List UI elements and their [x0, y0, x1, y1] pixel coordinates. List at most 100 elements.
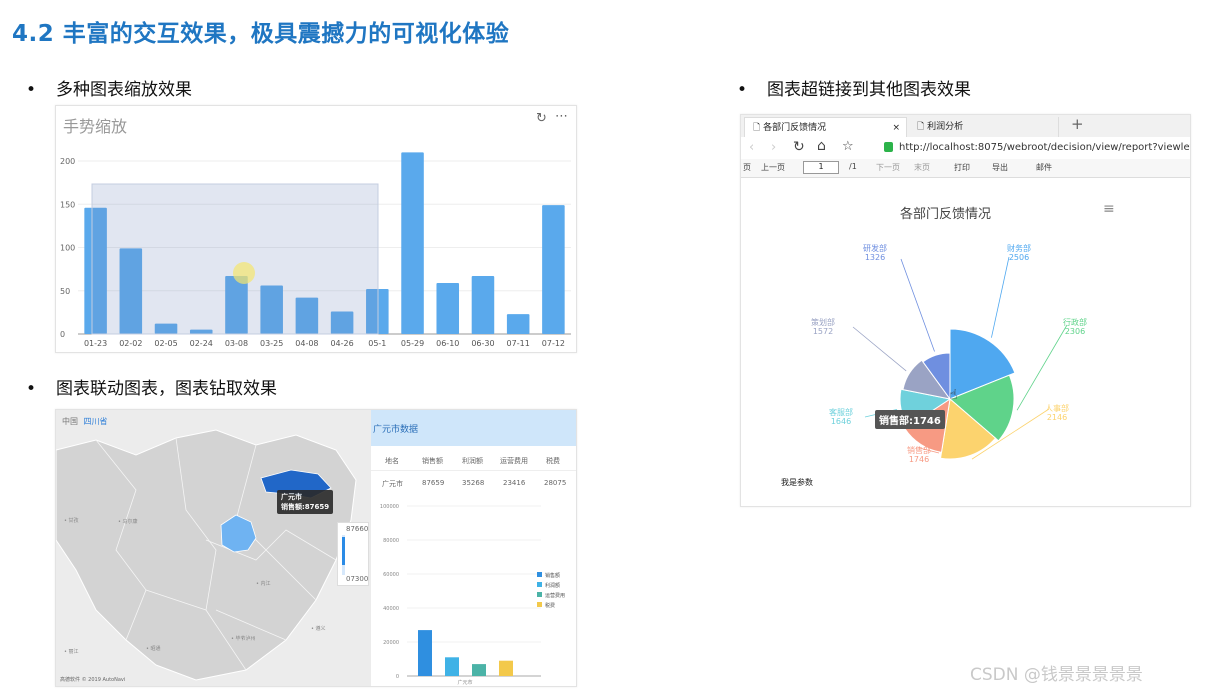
- bullet-dot: •: [26, 80, 37, 100]
- page-input[interactable]: 1: [803, 161, 839, 174]
- export-button[interactable]: 导出: [992, 162, 1008, 173]
- y-tick-label: 60000: [383, 572, 399, 578]
- x-tick-label: 02-05: [154, 339, 177, 348]
- bar[interactable]: [418, 630, 432, 676]
- zoom-bar-chart[interactable]: 0 50 100 150 200 01-23 02-02 02-05 02-24 03-08 03-…: [56, 106, 576, 352]
- y-tick-label: 100000: [380, 504, 399, 510]
- y-tick-label: 40000: [383, 606, 399, 612]
- col-header: 税费: [546, 457, 560, 465]
- bar[interactable]: [436, 282, 460, 334]
- pie-value: 2146: [1047, 413, 1067, 422]
- forward-icon[interactable]: ›: [771, 140, 776, 155]
- pie-label: 销售部: [907, 445, 931, 455]
- pie-label: 人事部: [1045, 403, 1069, 413]
- legend-label[interactable]: 运营费用: [545, 592, 565, 599]
- x-tick-label: 04-08: [295, 339, 318, 348]
- bar[interactable]: [542, 205, 565, 334]
- legend-label[interactable]: 利润额: [545, 582, 560, 589]
- pie-leader-line: [852, 326, 907, 372]
- x-tick-label: 广元市: [457, 679, 472, 686]
- prev-page-button[interactable]: 上一页: [761, 162, 785, 173]
- secure-icon: [884, 142, 893, 152]
- new-tab-icon[interactable]: +: [1071, 115, 1084, 133]
- col-header: 利润额: [462, 457, 483, 465]
- pie-tooltip: 销售部:1746: [875, 410, 945, 429]
- table-cell: 23416: [503, 479, 526, 487]
- map-linkage-panel: • 马尔康 • 甘孜 • 内江 • 泸州 • 遵义 • 毕节 • 昭通 • 丽江…: [55, 409, 577, 687]
- range-min: 07300: [346, 575, 369, 583]
- bullet-dot: •: [26, 379, 37, 399]
- x-tick-label: 07-11: [507, 339, 530, 348]
- city-bar-chart[interactable]: 0 20000 40000 60000 80000 100000 销售额利润额运营费用税费广…: [371, 494, 576, 686]
- table-cell: 广元市: [382, 480, 403, 488]
- pie-leader-line: [900, 258, 935, 352]
- legend-swatch[interactable]: [537, 592, 542, 597]
- bar[interactable]: [506, 314, 530, 334]
- pie-value: 2506: [1009, 253, 1029, 262]
- legend-label[interactable]: 税费: [545, 602, 555, 609]
- y-tick-label: 200: [60, 157, 75, 166]
- x-tick-label: 06-10: [436, 339, 459, 348]
- tooltip-city: 广元市: [281, 493, 302, 501]
- range-handle[interactable]: [342, 537, 345, 565]
- back-icon[interactable]: ‹: [749, 140, 754, 155]
- zoom-brush-area[interactable]: [91, 183, 379, 335]
- next-page-button[interactable]: 下一页: [876, 162, 900, 173]
- pie-chart[interactable]: 财务部2506 行政部2306 人事部2146 销售部1746 客服部1646 策划部15…: [741, 177, 1190, 506]
- touch-indicator: [233, 262, 255, 284]
- x-tick-label: 04-26: [330, 339, 353, 348]
- star-icon[interactable]: ☆: [842, 139, 854, 154]
- report-toolbar: 页 上一页 1 /1 下一页 末页 打印 导出 邮件: [741, 159, 1190, 178]
- x-tick-label: 07-12: [542, 339, 565, 348]
- legend-label[interactable]: 销售额: [545, 572, 560, 579]
- legend-swatch[interactable]: [537, 602, 542, 607]
- map-tooltip: 广元市 销售额:87659: [277, 490, 334, 514]
- print-button[interactable]: 打印: [954, 162, 970, 173]
- svg-text:• 甘孜: • 甘孜: [64, 517, 79, 524]
- tab-feedback[interactable]: 🗋 各部门反馈情况 ×: [744, 117, 907, 137]
- bar[interactable]: [471, 276, 495, 334]
- mail-button[interactable]: 邮件: [1036, 162, 1052, 173]
- last-page-button[interactable]: 末页: [914, 162, 930, 173]
- divider: [371, 470, 576, 471]
- bullet-linkage: • 图表联动图表，图表钻取效果: [26, 374, 277, 399]
- province-map[interactable]: • 马尔康 • 甘孜 • 内江 • 泸州 • 遵义 • 毕节 • 昭通 • 丽江: [56, 410, 371, 686]
- reload-icon[interactable]: ↻: [793, 139, 805, 155]
- pie-value: 1746: [909, 455, 929, 464]
- map-crumbs: 中国 四川省: [62, 416, 108, 427]
- visual-map-legend[interactable]: 87660 07300: [337, 522, 369, 586]
- close-icon[interactable]: ×: [892, 118, 900, 138]
- pie-value: 1572: [813, 327, 833, 336]
- svg-text:• 昭通: • 昭通: [146, 645, 161, 652]
- table-cell: 28075: [544, 479, 567, 487]
- table-cell: 35268: [462, 479, 485, 487]
- tab-strip: 🗋 各部门反馈情况 × 🗋 利润分析 +: [741, 115, 1190, 138]
- x-tick-label: 02-24: [190, 339, 213, 348]
- bar[interactable]: [445, 657, 459, 676]
- x-tick-label: 03-08: [225, 339, 248, 348]
- svg-text:• 毕节: • 毕节: [231, 635, 246, 642]
- url-field[interactable]: http://localhost:8075/webroot/decision/v…: [899, 142, 1190, 153]
- legend-swatch[interactable]: [537, 582, 542, 587]
- crumb-sichuan[interactable]: 四川省: [84, 417, 108, 426]
- pointer-cursor-icon: ☝: [949, 387, 958, 403]
- bar[interactable]: [472, 664, 486, 676]
- zoom-chart-panel: 手势缩放 ↻ ⋯ 0 50 100 150 200 01-23 02-02 02-05 02-2…: [55, 105, 577, 353]
- col-header: 销售额: [422, 457, 443, 465]
- y-tick-label: 50: [60, 287, 70, 296]
- bullet-hyperlink: • 图表超链接到其他图表效果: [737, 75, 971, 100]
- x-tick-label: 05-29: [401, 339, 424, 348]
- legend-swatch[interactable]: [537, 572, 542, 577]
- bullet-text: 多种图表缩放效果: [56, 80, 192, 100]
- crumb-china[interactable]: 中国: [62, 417, 78, 426]
- bar[interactable]: [401, 152, 424, 334]
- col-header: 运营费用: [500, 457, 528, 465]
- page-icon: 🗋: [753, 123, 761, 133]
- tab-profit[interactable]: 🗋 利润分析: [909, 117, 1059, 137]
- x-tick-label: 06-30: [471, 339, 494, 348]
- pie-label: 研发部: [863, 243, 887, 253]
- report-footnote: 我是参数: [781, 478, 813, 487]
- table-cell: 87659: [422, 479, 445, 487]
- home-icon[interactable]: ⌂: [817, 138, 826, 154]
- bar[interactable]: [499, 660, 513, 676]
